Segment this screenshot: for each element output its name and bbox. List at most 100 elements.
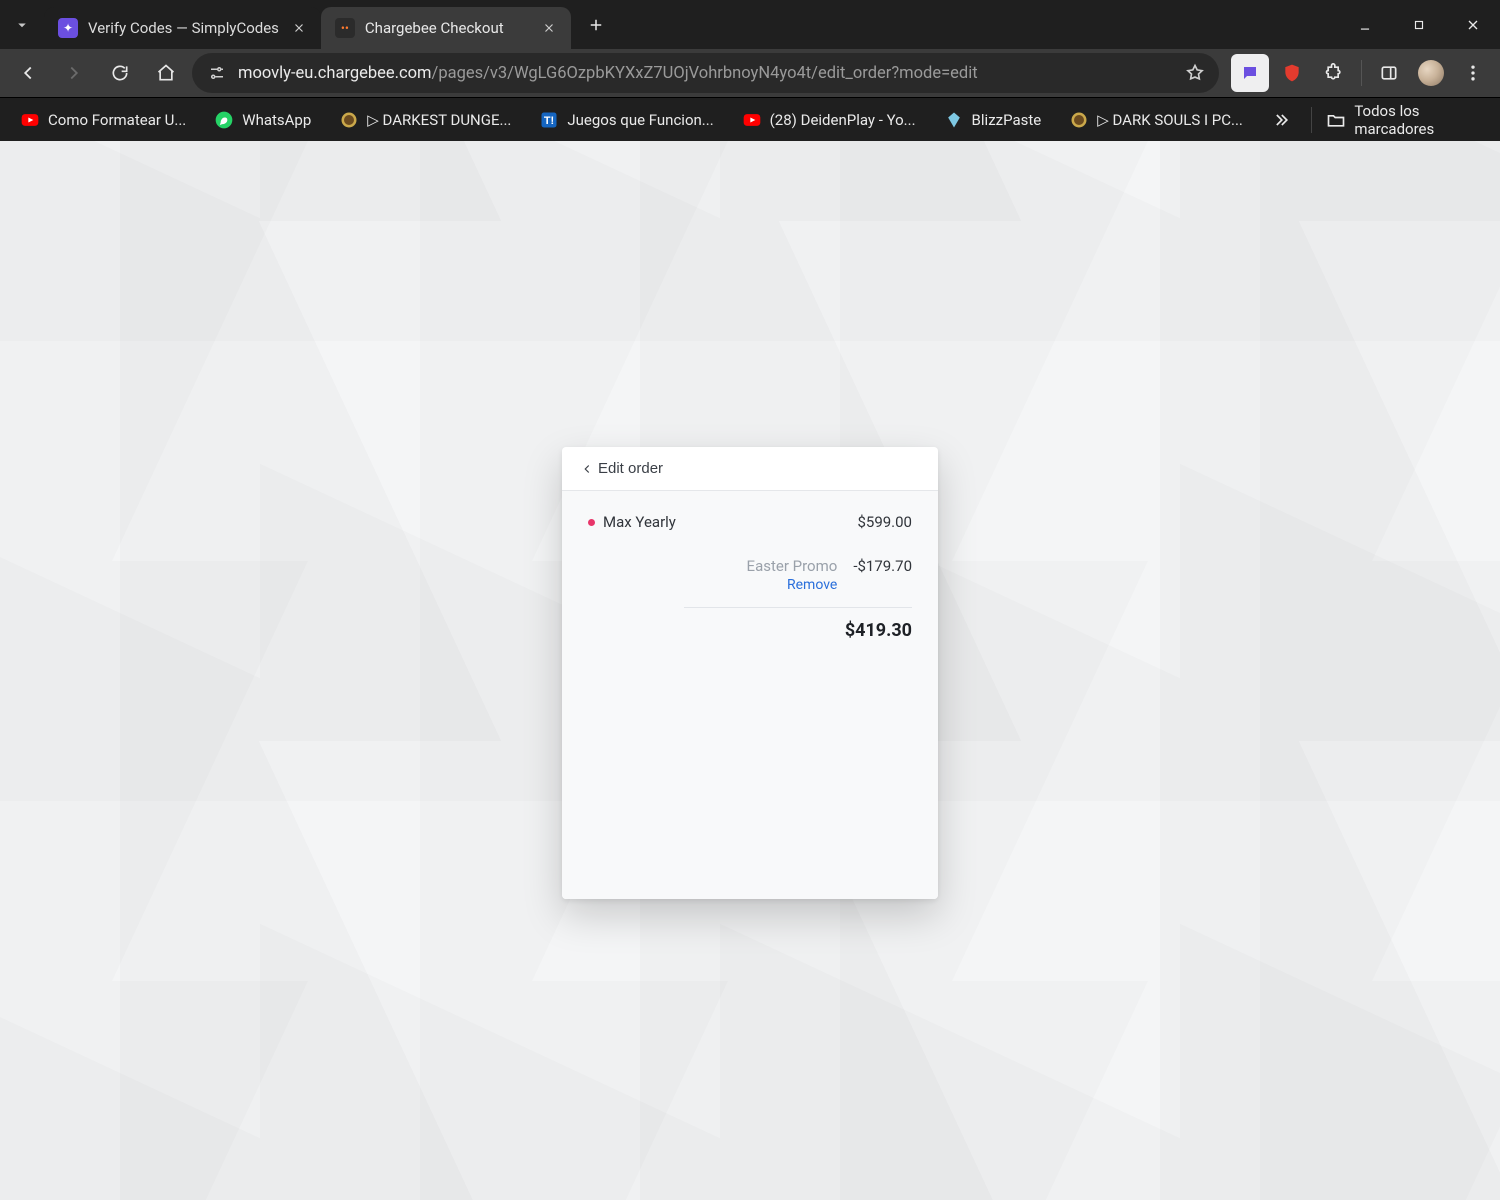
- ext-simplycodes-button[interactable]: [1231, 54, 1269, 92]
- checkout-card: Edit order Max Yearly $599.00 Easter Pro…: [562, 447, 938, 899]
- close-icon: [292, 21, 306, 35]
- bookmark-label: Juegos que Funcion...: [567, 111, 713, 129]
- bullet-icon: [588, 519, 595, 526]
- puzzle-icon: [1324, 63, 1344, 83]
- new-tab-button[interactable]: [579, 8, 613, 42]
- folder-icon: [1326, 110, 1346, 130]
- t-blue-icon: T!: [539, 110, 559, 130]
- bookmark-item[interactable]: WhatsApp: [204, 104, 321, 136]
- edit-order-back-button[interactable]: Edit order: [580, 460, 663, 477]
- bookmark-label: WhatsApp: [242, 111, 311, 129]
- promo-amount: -$179.70: [853, 557, 912, 593]
- chevron-left-icon: [580, 462, 594, 476]
- tab-title: Verify Codes — SimplyCodes: [88, 19, 279, 37]
- coin-icon: [1069, 110, 1089, 130]
- nav-back-button[interactable]: [8, 53, 48, 93]
- nav-home-button[interactable]: [146, 53, 186, 93]
- close-icon: [542, 21, 556, 35]
- browser-tab[interactable]: •• Chargebee Checkout: [321, 7, 571, 49]
- product-name: Max Yearly: [603, 513, 676, 531]
- sidepanel-icon: [1379, 63, 1399, 83]
- address-bar[interactable]: moovly-eu.chargebee.com/pages/v3/WgLG6Oz…: [192, 53, 1219, 93]
- url-path: /pages/v3/WgLG6OzpbKYXxZ7UOjVohrbnoyN4yo…: [432, 64, 978, 83]
- close-icon: [1465, 17, 1481, 33]
- star-icon: [1185, 63, 1205, 83]
- tune-icon: [208, 64, 226, 82]
- bookmark-label: ▷ DARK SOULS I PC...: [1097, 111, 1243, 129]
- tab-title: Chargebee Checkout: [365, 19, 529, 37]
- bookmark-item[interactable]: BlizzPaste: [934, 104, 1052, 136]
- url-text: moovly-eu.chargebee.com/pages/v3/WgLG6Oz…: [238, 64, 978, 83]
- bookmarks-overflow-button[interactable]: [1265, 102, 1298, 138]
- bookmarks-bar: Como Formatear U... WhatsApp ▷ DARKEST D…: [0, 97, 1500, 141]
- titlebar: ✦ Verify Codes — SimplyCodes •• Chargebe…: [0, 0, 1500, 49]
- tab-favicon: ••: [335, 18, 355, 38]
- promo-remove-link[interactable]: Remove: [747, 577, 838, 593]
- bookmark-item[interactable]: ▷ DARK SOULS I PC...: [1059, 104, 1253, 136]
- promo-label: Easter Promo: [747, 557, 838, 575]
- tab-close-button[interactable]: [539, 18, 559, 38]
- checkout-body: Max Yearly $599.00 Easter Promo Remove -…: [562, 491, 938, 899]
- line-item-row: Max Yearly $599.00: [588, 513, 912, 531]
- whatsapp-icon: [214, 110, 234, 130]
- window-controls: [1338, 0, 1500, 49]
- divider: [684, 607, 912, 608]
- toolbar-right-icons: [1225, 54, 1492, 92]
- line-item-name: Max Yearly: [588, 513, 676, 531]
- bookmark-label: (28) DeidenPlay - Yo...: [770, 111, 916, 129]
- window-minimize-button[interactable]: [1338, 0, 1392, 49]
- window-maximize-button[interactable]: [1392, 0, 1446, 49]
- avatar-icon: [1418, 60, 1444, 86]
- window-close-button[interactable]: [1446, 0, 1500, 49]
- browser-menu-button[interactable]: [1454, 54, 1492, 92]
- edit-order-label: Edit order: [598, 460, 663, 477]
- arrow-left-icon: [17, 62, 39, 84]
- browser-tab[interactable]: ✦ Verify Codes — SimplyCodes: [44, 7, 321, 49]
- total-row: $419.30: [588, 620, 912, 641]
- diamond-icon: [944, 110, 964, 130]
- reload-icon: [110, 63, 130, 83]
- page-content: Edit order Max Yearly $599.00 Easter Pro…: [0, 141, 1500, 1200]
- bookmark-item[interactable]: T! Juegos que Funcion...: [529, 104, 723, 136]
- bookmark-item[interactable]: Como Formatear U...: [10, 104, 196, 136]
- coin-icon: [339, 110, 359, 130]
- youtube-icon: [742, 110, 762, 130]
- plus-icon: [587, 16, 605, 34]
- bookmark-label: ▷ DARKEST DUNGE...: [367, 111, 511, 129]
- line-item-price: $599.00: [857, 513, 912, 531]
- svg-text:T!: T!: [544, 115, 554, 127]
- bookmark-label: Como Formatear U...: [48, 111, 186, 129]
- separator: [1361, 60, 1362, 86]
- bookmark-item[interactable]: ▷ DARKEST DUNGE...: [329, 104, 521, 136]
- bookmark-label: BlizzPaste: [972, 111, 1042, 129]
- tab-close-button[interactable]: [289, 18, 309, 38]
- minimize-icon: [1358, 18, 1372, 32]
- kebab-icon: [1463, 63, 1483, 83]
- sidepanel-button[interactable]: [1370, 54, 1408, 92]
- url-host: moovly-eu.chargebee.com: [238, 64, 432, 83]
- home-icon: [156, 63, 176, 83]
- tab-search-dropdown[interactable]: [0, 0, 44, 49]
- order-total: $419.30: [845, 620, 912, 641]
- youtube-icon: [20, 110, 40, 130]
- separator: [1311, 107, 1312, 133]
- profile-button[interactable]: [1412, 54, 1450, 92]
- promo-row: Easter Promo Remove -$179.70: [588, 557, 912, 593]
- shield-icon: [1282, 63, 1302, 83]
- nav-reload-button[interactable]: [100, 53, 140, 93]
- extensions-button[interactable]: [1315, 54, 1353, 92]
- nav-forward-button[interactable]: [54, 53, 94, 93]
- bookmark-star-button[interactable]: [1185, 63, 1205, 83]
- arrow-right-icon: [63, 62, 85, 84]
- tab-favicon: ✦: [58, 18, 78, 38]
- ext-adblock-button[interactable]: [1273, 54, 1311, 92]
- maximize-icon: [1412, 18, 1426, 32]
- double-chevron-right-icon: [1271, 110, 1291, 130]
- bookmark-item[interactable]: (28) DeidenPlay - Yo...: [732, 104, 926, 136]
- browser-toolbar: moovly-eu.chargebee.com/pages/v3/WgLG6Oz…: [0, 49, 1500, 97]
- chevron-down-icon: [13, 16, 31, 34]
- all-bookmarks-label: Todos los marcadores: [1354, 102, 1486, 138]
- checkout-header: Edit order: [562, 447, 938, 491]
- all-bookmarks-button[interactable]: Todos los marcadores: [1326, 102, 1490, 138]
- site-info-button[interactable]: [206, 62, 228, 84]
